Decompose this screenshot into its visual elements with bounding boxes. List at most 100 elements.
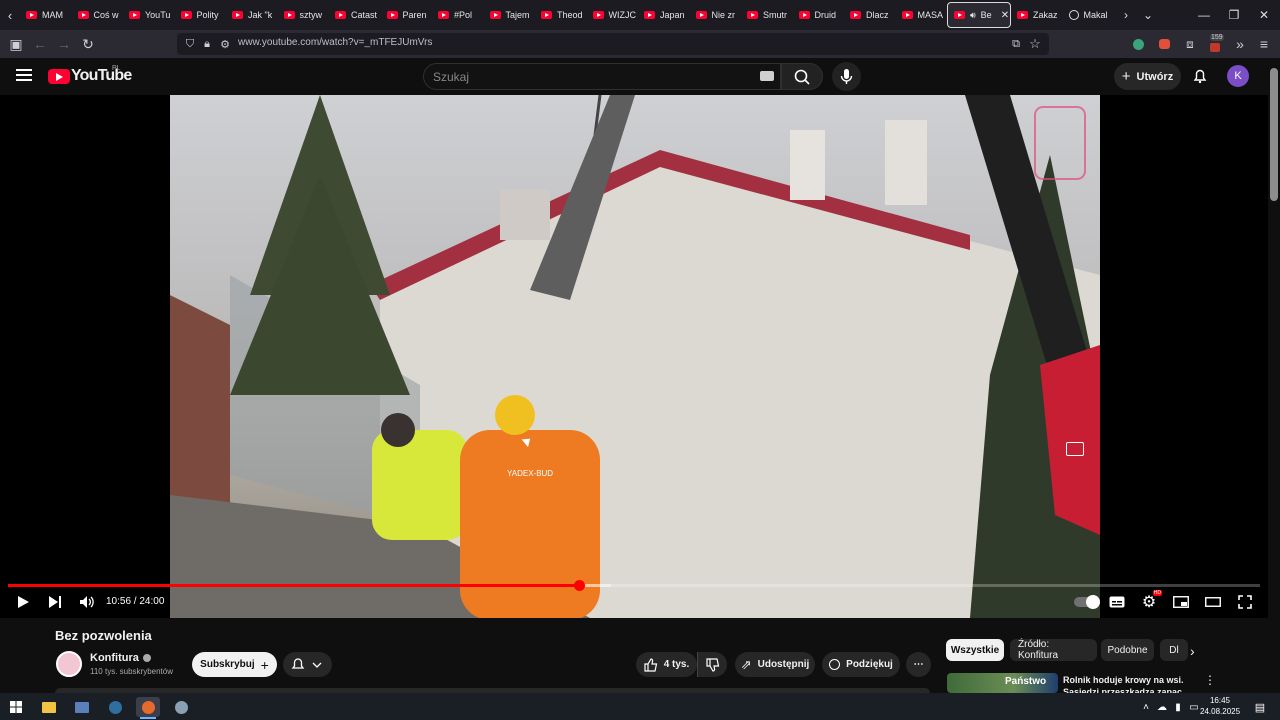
channel-name[interactable]: Konfitura: [90, 652, 139, 664]
tab-audio-icon[interactable]: 🔊︎: [970, 10, 976, 21]
browser-tab[interactable]: Makal: [1063, 2, 1115, 28]
chips-next-chevron-icon[interactable]: ›: [1190, 643, 1195, 659]
menu-hamburger-icon[interactable]: ≡: [1254, 34, 1274, 54]
create-button[interactable]: + Utwórz: [1114, 63, 1181, 90]
browser-tab[interactable]: MASA: [896, 2, 948, 28]
notifications-center-icon[interactable]: ▤: [1250, 697, 1270, 717]
taskbar-clock[interactable]: 16:45 24.08.2025: [1200, 695, 1240, 717]
browser-tab[interactable]: Dlacz: [844, 2, 896, 28]
recommendation-menu-icon[interactable]: ⋮: [1204, 673, 1216, 687]
like-button[interactable]: 4 tys.: [636, 652, 697, 677]
youtube-logo-text[interactable]: YouTube: [71, 67, 132, 85]
youtube-logo-icon[interactable]: [48, 69, 70, 84]
recommendation-title[interactable]: Rolnik hoduje krowy na wsi. Sąsiedzi prz…: [1063, 674, 1193, 693]
fullscreen-button[interactable]: [1234, 592, 1256, 612]
browser-tab[interactable]: Zakaz: [1011, 2, 1063, 28]
voice-search-button[interactable]: [832, 62, 861, 91]
progress-played: [8, 584, 579, 587]
channel-name-row[interactable]: Konfitura: [90, 652, 151, 664]
next-button[interactable]: [44, 592, 66, 612]
browser-tab[interactable]: MAM: [20, 2, 72, 28]
browser-tab[interactable]: Smutr: [741, 2, 793, 28]
overflow-chevron-icon[interactable]: »: [1230, 34, 1250, 54]
subtitles-button[interactable]: [1106, 592, 1128, 612]
close-window-button[interactable]: ✕: [1248, 0, 1280, 30]
thanks-button[interactable]: Podziękuj: [822, 652, 900, 677]
restore-button[interactable]: ❐: [1218, 0, 1250, 30]
forward-button[interactable]: →: [54, 34, 74, 54]
filter-chip[interactable]: Źródło: Konfitura: [1010, 639, 1097, 661]
expand-overlay-icon[interactable]: [1066, 442, 1084, 456]
browser-tab[interactable]: 🔊︎ Be ✕: [947, 2, 1011, 28]
youtube-favicon-icon: [1017, 11, 1028, 19]
steam-icon[interactable]: [105, 697, 125, 717]
youtube-favicon-icon: [798, 11, 810, 19]
subtitles-icon: [1109, 596, 1125, 608]
mute-button[interactable]: [76, 592, 98, 612]
tabs-scroll-left-button[interactable]: ‹: [0, 0, 20, 30]
search-button[interactable]: [781, 63, 823, 90]
tab-close-icon[interactable]: ✕: [1001, 10, 1009, 21]
scrollbar-thumb[interactable]: [1270, 68, 1278, 201]
browser-tab[interactable]: YouTu: [123, 2, 175, 28]
extension-shield-icon[interactable]: [1128, 34, 1148, 54]
minimize-button[interactable]: —: [1188, 0, 1220, 30]
bookmark-star-icon[interactable]: ☆: [1025, 34, 1045, 54]
progress-scrubber[interactable]: [574, 580, 585, 591]
notifications-button[interactable]: [1190, 66, 1210, 86]
settings-button[interactable]: ⚙ HD: [1138, 590, 1162, 612]
firefox-icon[interactable]: [136, 697, 160, 717]
browser-tab-strip: ‹ MAM Coś w YouTu Polity Jak "k sztyw Catast Pa…: [0, 0, 1280, 30]
browser-tab[interactable]: Jak "k: [226, 2, 278, 28]
dislike-button[interactable]: [697, 652, 727, 677]
reload-button[interactable]: ↻: [78, 34, 98, 54]
browser-tab[interactable]: Tajem: [484, 2, 536, 28]
filter-chip[interactable]: Wszystkie: [946, 639, 1004, 661]
miniplayer-button[interactable]: [1170, 592, 1192, 612]
lock-icon[interactable]: 🔒︎: [197, 34, 217, 54]
extension-fox-icon[interactable]: [1154, 34, 1174, 54]
video-frame[interactable]: YADEX-BUD: [170, 95, 1100, 618]
browser-tab[interactable]: Polity: [175, 2, 227, 28]
browser-tab[interactable]: Druid: [793, 2, 845, 28]
browser-tab[interactable]: Theod: [535, 2, 587, 28]
more-actions-button[interactable]: ⋯: [906, 652, 931, 677]
permissions-icon[interactable]: ⚙: [215, 34, 235, 54]
browser-tab[interactable]: #Pol: [432, 2, 484, 28]
youtube-favicon-icon: [129, 11, 140, 19]
account-avatar[interactable]: K: [1227, 65, 1249, 87]
browser-tab[interactable]: sztyw: [278, 2, 330, 28]
play-button[interactable]: [12, 592, 34, 612]
tab-list-dropdown-button[interactable]: ⌄: [1132, 0, 1164, 30]
notification-bell-button[interactable]: [283, 652, 332, 677]
app-icon[interactable]: [171, 697, 191, 717]
browser-tab[interactable]: Japan: [638, 2, 690, 28]
extension-badge-icon[interactable]: 159: [1205, 34, 1225, 54]
keyboard-icon[interactable]: [760, 71, 774, 81]
browser-tab[interactable]: WIZJC: [587, 2, 639, 28]
picture-in-picture-icon[interactable]: ⧉: [1006, 34, 1026, 54]
filter-chip[interactable]: Dl: [1160, 639, 1188, 661]
microphone-icon: [840, 69, 853, 84]
url-text[interactable]: www.youtube.com/watch?v=_mTFEJUmVrs: [238, 37, 432, 48]
browser-tab[interactable]: Coś w: [72, 2, 124, 28]
theater-mode-button[interactable]: [1202, 592, 1224, 612]
file-explorer-icon[interactable]: [39, 697, 59, 717]
autoplay-toggle[interactable]: [1072, 592, 1100, 612]
back-button[interactable]: ←: [30, 34, 50, 54]
channel-avatar[interactable]: [56, 651, 82, 677]
filter-chip[interactable]: Podobne: [1101, 639, 1154, 661]
search-input[interactable]: [423, 63, 781, 90]
next-icon: [49, 596, 61, 608]
sidebar-toggle-icon[interactable]: ▣: [6, 34, 26, 54]
share-button[interactable]: ⇗ Udostępnij: [735, 652, 815, 677]
youtube-favicon-icon: [954, 11, 965, 19]
guide-menu-icon[interactable]: [16, 68, 32, 82]
browser-tab[interactable]: Catast: [329, 2, 381, 28]
monitor-app-icon[interactable]: [72, 697, 92, 717]
browser-tab[interactable]: Nie zr: [690, 2, 742, 28]
subscribe-button[interactable]: Subskrybuj +: [192, 652, 277, 677]
windows-start-icon[interactable]: [6, 697, 26, 717]
extensions-icon[interactable]: ⧈: [1180, 34, 1200, 54]
browser-tab[interactable]: Paren: [381, 2, 433, 28]
